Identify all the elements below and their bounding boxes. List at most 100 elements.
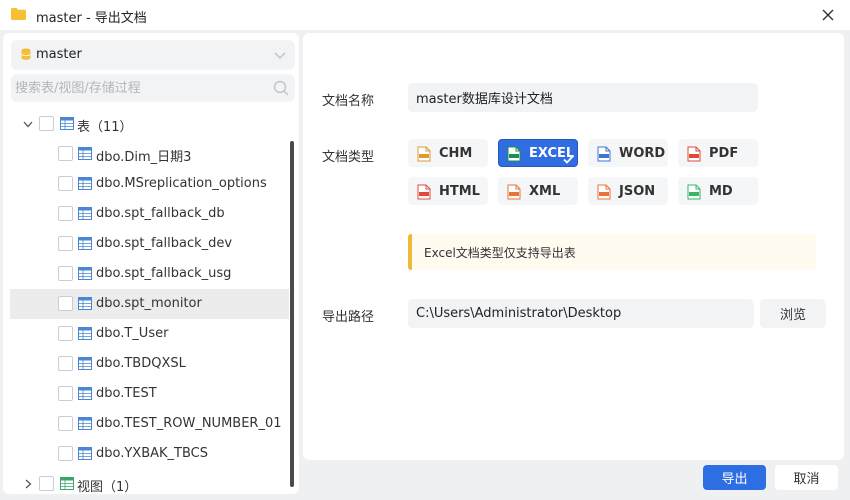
checkbox[interactable] xyxy=(58,236,73,251)
table-icon xyxy=(78,237,92,250)
doc-type-label: HTML xyxy=(439,184,480,199)
doc-type-label: CHM xyxy=(439,146,473,161)
cancel-button[interactable]: 取消 xyxy=(775,465,838,490)
table-name: dbo.spt_fallback_db xyxy=(96,206,225,221)
table-icon xyxy=(60,117,74,130)
browse-button[interactable]: 浏览 xyxy=(760,299,826,328)
doc-type-xml-button[interactable]: XML xyxy=(498,177,578,205)
doc-type-label: JSON xyxy=(619,184,656,199)
close-icon xyxy=(822,9,834,21)
table-icon xyxy=(78,357,92,370)
table-icon xyxy=(78,267,92,280)
table-name: dbo.MSreplication_options xyxy=(96,176,267,191)
database-name: master xyxy=(36,47,82,62)
table-icon xyxy=(78,387,92,400)
tree-group-label: 表（11） xyxy=(77,120,133,135)
table-icon xyxy=(78,297,92,310)
title-bar: master - 导出文档 xyxy=(0,0,850,30)
doc-type-label: 文档类型 xyxy=(322,150,375,165)
doc-type-word-button[interactable]: WORD xyxy=(588,139,668,167)
doc-type-excel-button[interactable]: EXCEL xyxy=(498,139,578,167)
table-name: dbo.TEST_ROW_NUMBER_01 xyxy=(96,416,282,431)
export-button[interactable]: 导出 xyxy=(703,465,766,490)
search-icon[interactable] xyxy=(273,80,289,96)
chevron-right-icon[interactable] xyxy=(23,479,33,489)
checkbox[interactable] xyxy=(58,446,73,461)
checkbox[interactable] xyxy=(58,416,73,431)
table-row[interactable]: dbo.Dim_日期3 xyxy=(10,139,289,169)
table-name: dbo.TEST xyxy=(96,386,157,401)
table-name: dbo.T_User xyxy=(96,326,169,341)
checkbox[interactable] xyxy=(39,116,54,131)
table-name: dbo.TBDQXSL xyxy=(96,356,186,371)
doc-type-html-button[interactable]: HTML xyxy=(408,177,488,205)
checkbox[interactable] xyxy=(58,356,73,371)
tree-scrollbar[interactable] xyxy=(290,141,294,487)
export-form-panel: 文档名称 文档类型 CHM EXCEL WORD PDF HTML XML JSON MD E… xyxy=(303,33,844,460)
table-row[interactable]: dbo.TBDQXSL xyxy=(10,349,289,379)
checkbox[interactable] xyxy=(58,296,73,311)
export-path-field xyxy=(408,299,754,328)
checkbox[interactable] xyxy=(58,146,73,161)
html-file-icon xyxy=(417,184,431,200)
table-row[interactable]: dbo.spt_fallback_db xyxy=(10,199,289,229)
database-select[interactable]: master xyxy=(11,40,295,70)
database-icon xyxy=(21,48,31,60)
doc-name-input[interactable] xyxy=(416,87,746,108)
doc-name-field xyxy=(408,83,758,112)
table-icon xyxy=(78,207,92,220)
close-button[interactable] xyxy=(818,5,838,25)
table-name: dbo.YXBAK_TBCS xyxy=(96,446,209,461)
table-icon xyxy=(78,417,92,430)
search-box xyxy=(11,74,295,102)
folder-icon xyxy=(11,8,26,20)
tree-group-views[interactable]: 视图（1） xyxy=(10,469,289,494)
table-row[interactable]: dbo.YXBAK_TBCS xyxy=(10,439,289,469)
checkbox[interactable] xyxy=(58,206,73,221)
chevron-down-icon[interactable] xyxy=(23,119,33,129)
tree-group-label: 视图（1） xyxy=(77,480,138,494)
doc-type-md-button[interactable]: MD xyxy=(678,177,758,205)
json-file-icon xyxy=(597,184,611,200)
table-icon xyxy=(78,177,92,190)
table-icon xyxy=(78,327,92,340)
notice-text: Excel文档类型仅支持导出表 xyxy=(424,246,576,260)
notice-banner: Excel文档类型仅支持导出表 xyxy=(408,234,816,270)
checkbox[interactable] xyxy=(58,386,73,401)
window-title: master - 导出文档 xyxy=(36,11,147,26)
checkbox[interactable] xyxy=(39,476,54,491)
chm-file-icon xyxy=(417,146,431,162)
table-row[interactable]: dbo.TEST xyxy=(10,379,289,409)
tree-group-tables[interactable]: 表（11） xyxy=(10,109,289,139)
table-icon xyxy=(78,447,92,460)
excel-file-icon xyxy=(507,146,521,162)
object-tree: 表（11） dbo.Dim_日期3 dbo.MSreplication_optio… xyxy=(3,109,299,494)
doc-type-label: WORD xyxy=(619,146,666,161)
chevron-down-icon xyxy=(274,52,286,59)
table-row[interactable]: dbo.spt_monitor xyxy=(10,289,289,319)
doc-type-label: MD xyxy=(709,184,733,199)
doc-type-chm-button[interactable]: CHM xyxy=(408,139,488,167)
export-path-label: 导出路径 xyxy=(322,310,375,325)
table-row[interactable]: dbo.spt_fallback_usg xyxy=(10,259,289,289)
checkmark-icon xyxy=(563,155,574,164)
export-path-input[interactable] xyxy=(416,303,746,324)
pdf-file-icon xyxy=(687,146,701,162)
checkbox[interactable] xyxy=(58,176,73,191)
table-row[interactable]: dbo.TEST_ROW_NUMBER_01 xyxy=(10,409,289,439)
doc-type-json-button[interactable]: JSON xyxy=(588,177,668,205)
table-row[interactable]: dbo.MSreplication_options xyxy=(10,169,289,199)
table-row[interactable]: dbo.spt_fallback_dev xyxy=(10,229,289,259)
doc-name-label: 文档名称 xyxy=(322,94,375,109)
checkbox[interactable] xyxy=(58,266,73,281)
table-name: dbo.spt_fallback_usg xyxy=(96,266,232,281)
doc-type-label: XML xyxy=(529,184,561,199)
table-icon xyxy=(78,147,92,160)
doc-type-label: PDF xyxy=(709,146,739,161)
table-row[interactable]: dbo.T_User xyxy=(10,319,289,349)
search-input[interactable] xyxy=(15,77,263,99)
checkbox[interactable] xyxy=(58,326,73,341)
table-name: dbo.spt_fallback_dev xyxy=(96,236,233,251)
doc-type-pdf-button[interactable]: PDF xyxy=(678,139,758,167)
view-icon xyxy=(60,477,74,490)
